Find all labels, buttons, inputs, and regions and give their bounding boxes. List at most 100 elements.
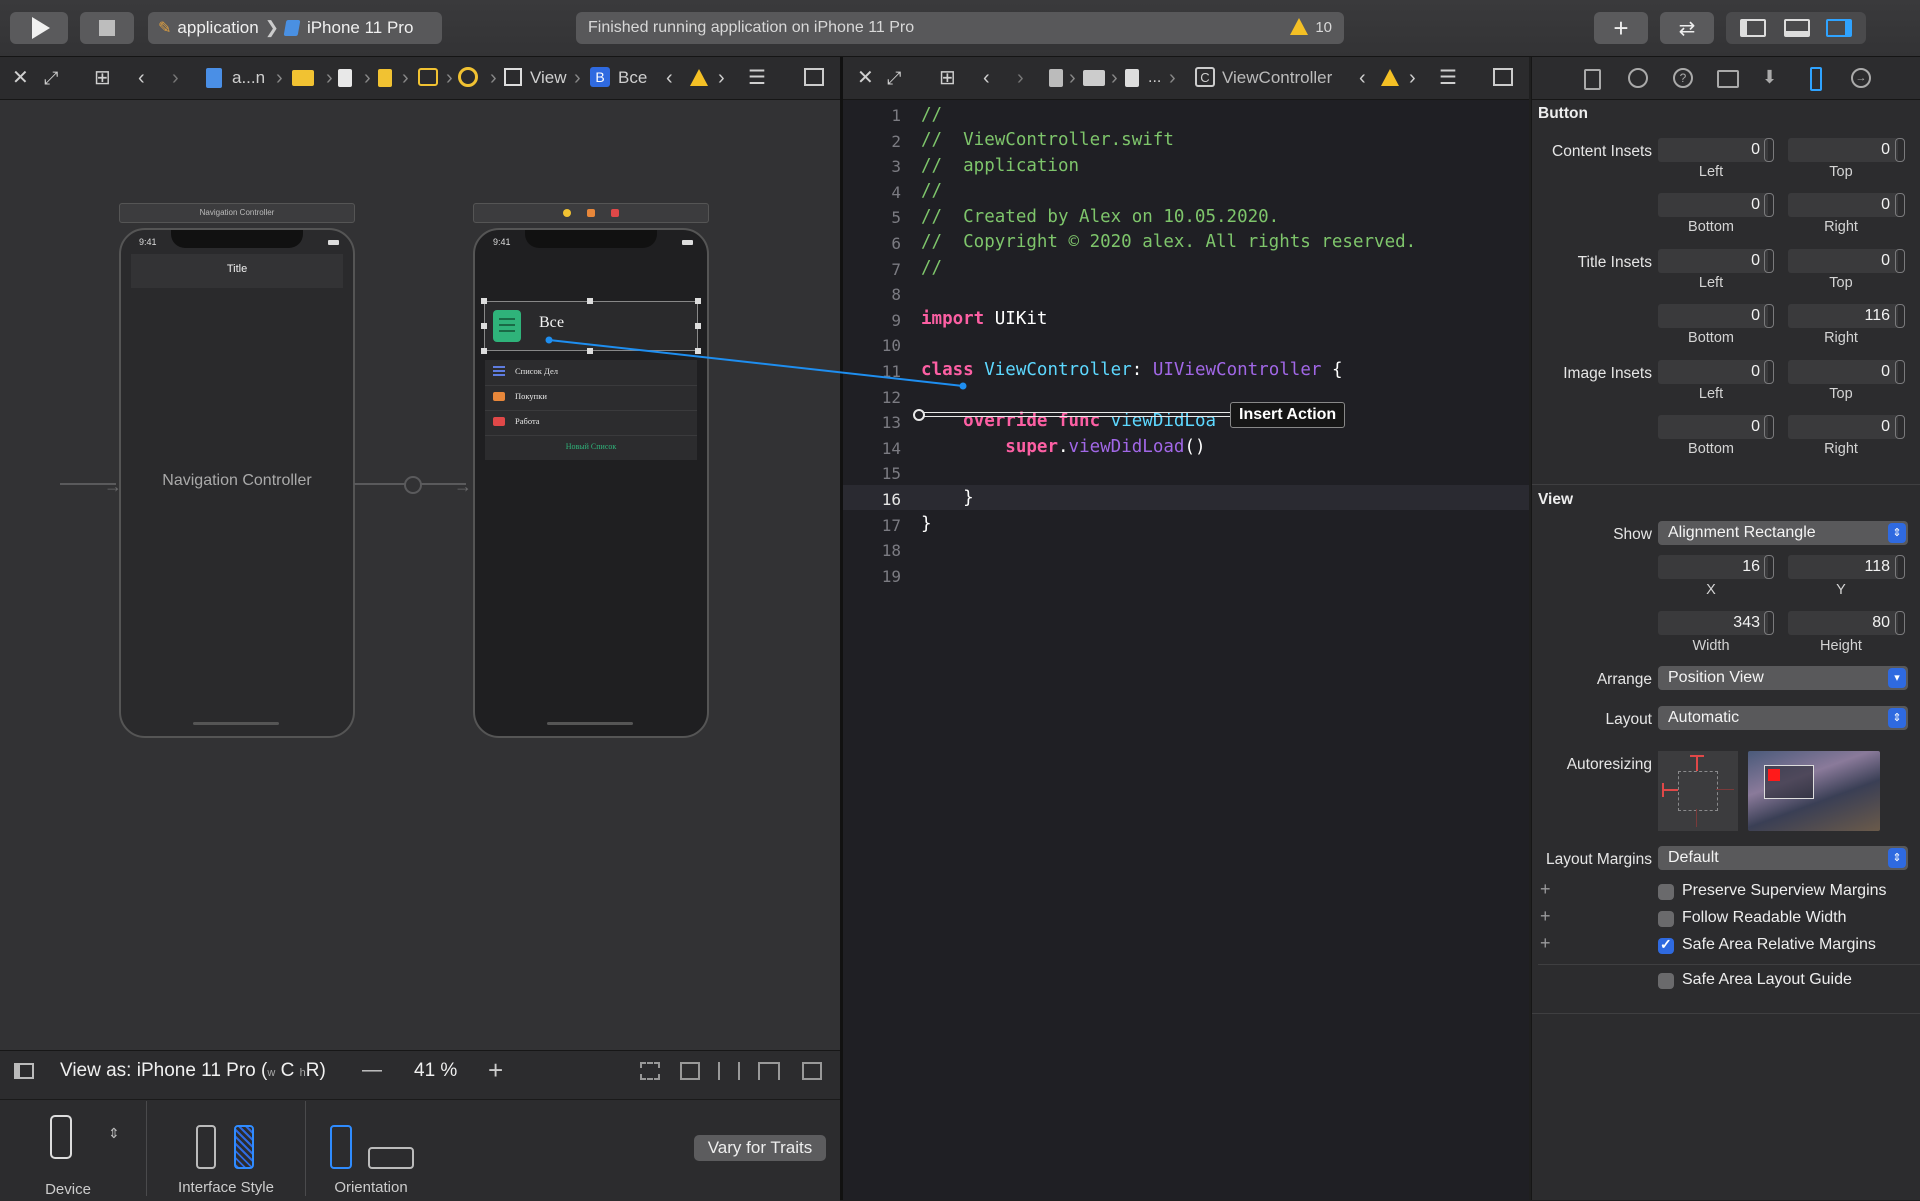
layout-popup[interactable]: Automatic ⇕	[1658, 706, 1908, 730]
stop-button[interactable]	[80, 12, 134, 44]
view-controller-scene-bar[interactable]	[473, 203, 709, 223]
warning-icon[interactable]	[1290, 18, 1308, 35]
list-item[interactable]: Покупки	[485, 385, 697, 411]
previous-issue-icon[interactable]: ‹	[666, 67, 673, 89]
expand-icon[interactable]: ⤢	[887, 67, 901, 89]
zoom-in-button[interactable]: +	[488, 1055, 503, 1086]
layout-margins-popup[interactable]: Default ⇕	[1658, 846, 1908, 870]
run-button[interactable]	[10, 12, 68, 44]
navigation-controller-scene[interactable]: 9:41 Title Navigation Controller	[119, 228, 355, 738]
content-inset-top[interactable]: 0	[1788, 138, 1898, 162]
width-field[interactable]: 343	[1658, 611, 1768, 635]
follow-readable-width-checkbox[interactable]	[1658, 911, 1674, 927]
stepper[interactable]	[1894, 415, 1906, 439]
resize-handle[interactable]	[587, 298, 593, 304]
add-constraints-icon[interactable]	[718, 1062, 740, 1080]
scene-icon[interactable]	[378, 69, 392, 87]
file-inspector-icon[interactable]	[1584, 69, 1601, 90]
add-editor-icon[interactable]	[1493, 68, 1513, 86]
project-icon[interactable]	[1049, 69, 1063, 87]
align-icon[interactable]	[680, 1062, 700, 1080]
add-editor-icon[interactable]	[804, 68, 824, 86]
device-icon[interactable]	[50, 1115, 72, 1159]
forward-icon[interactable]: ›	[172, 67, 179, 89]
stepper[interactable]	[1894, 193, 1906, 217]
stepper[interactable]	[1894, 304, 1906, 328]
exit-icon[interactable]	[611, 209, 620, 217]
autoresizing-mask-editor[interactable]	[1658, 751, 1738, 831]
add-variation-button[interactable]: +	[1540, 933, 1551, 954]
stepper[interactable]	[1894, 138, 1906, 162]
header-button[interactable]: Все	[481, 298, 701, 354]
stepper[interactable]	[1763, 249, 1775, 273]
connections-inspector-icon[interactable]: →	[1851, 68, 1871, 88]
preserve-superview-margins-checkbox[interactable]	[1658, 884, 1674, 900]
identity-inspector-icon[interactable]	[1717, 70, 1739, 88]
add-variation-button[interactable]: +	[1540, 906, 1551, 927]
class-crumb[interactable]: ViewController	[1222, 67, 1332, 89]
back-icon[interactable]: ‹	[138, 67, 145, 89]
stepper[interactable]	[1763, 415, 1775, 439]
update-frames-icon[interactable]	[640, 1062, 660, 1080]
segue-icon[interactable]	[404, 476, 422, 494]
stepper[interactable]	[1763, 304, 1775, 328]
zoom-out-button[interactable]: —	[362, 1059, 382, 1082]
image-inset-top[interactable]: 0	[1788, 360, 1898, 384]
show-popup[interactable]: Alignment Rectangle ⇕	[1658, 521, 1908, 545]
document-items-icon[interactable]: ☰	[748, 67, 766, 89]
resize-handle[interactable]	[695, 298, 701, 304]
editor-options-icon[interactable]: ☰	[1439, 67, 1457, 89]
portrait-icon[interactable]	[330, 1125, 352, 1169]
stepper[interactable]	[1894, 555, 1906, 579]
code-editor[interactable]: 1 2 3 4 5 6 7 8 9 10 11 12 13 14 15 16 17 18 19 // // View…	[843, 100, 1529, 1200]
view-controller-scene[interactable]: 9:41 Все Список Дел Покупки Работа Новый…	[473, 228, 709, 738]
x-field[interactable]: 16	[1658, 555, 1768, 579]
safe-area-relative-margins-checkbox[interactable]: ✓	[1658, 936, 1674, 954]
stepper[interactable]	[1763, 193, 1775, 217]
height-field[interactable]: 80	[1788, 611, 1898, 635]
stepper[interactable]	[1763, 555, 1775, 579]
new-list-button[interactable]: Новый Список	[485, 442, 697, 451]
right-strut[interactable]	[1716, 789, 1734, 790]
warning-icon[interactable]	[1381, 69, 1399, 86]
folder-icon[interactable]	[1083, 70, 1105, 86]
stepper[interactable]	[1763, 611, 1775, 635]
scheme-selector[interactable]: ✎ application ❯ iPhone 11 Pro	[148, 12, 442, 44]
resize-handle[interactable]	[695, 323, 701, 329]
view-as-selector[interactable]: View as: iPhone 11 Pro (w C hR)	[60, 1060, 326, 1082]
inspector-toggle-icon[interactable]	[1826, 19, 1852, 37]
size-inspector-icon[interactable]	[1810, 67, 1822, 91]
storyboard-file-icon[interactable]	[338, 69, 352, 87]
y-field[interactable]: 118	[1788, 555, 1898, 579]
swift-file-icon[interactable]	[1125, 69, 1139, 87]
light-mode-icon[interactable]	[196, 1125, 216, 1169]
expand-icon[interactable]: ⤢	[44, 67, 58, 89]
bottom-strut[interactable]	[1696, 809, 1697, 827]
title-inset-bottom[interactable]: 0	[1658, 304, 1768, 328]
resize-handle[interactable]	[695, 348, 701, 354]
title-inset-top[interactable]: 0	[1788, 249, 1898, 273]
next-issue-icon[interactable]: ›	[718, 67, 725, 89]
navigator-toggle-icon[interactable]	[1740, 19, 1766, 37]
title-inset-right[interactable]: 116	[1788, 304, 1898, 328]
stepper[interactable]	[1894, 360, 1906, 384]
arrange-popup[interactable]: Position View ▾	[1658, 666, 1908, 690]
resize-handle[interactable]	[481, 298, 487, 304]
related-items-icon[interactable]: ⊞	[939, 67, 956, 89]
vary-for-traits-button[interactable]: Vary for Traits	[694, 1135, 826, 1161]
previous-issue-icon[interactable]: ‹	[1359, 67, 1366, 89]
stepper[interactable]	[1894, 249, 1906, 273]
safe-area-layout-guide-checkbox[interactable]	[1658, 973, 1674, 989]
resize-handle[interactable]	[481, 323, 487, 329]
warning-count[interactable]: 10	[1315, 19, 1332, 36]
landscape-icon[interactable]	[368, 1147, 414, 1169]
image-inset-bottom[interactable]: 0	[1658, 415, 1768, 439]
library-button[interactable]: +	[1594, 12, 1648, 44]
content-inset-left[interactable]: 0	[1658, 138, 1768, 162]
add-variation-button[interactable]: +	[1540, 879, 1551, 900]
content-inset-bottom[interactable]: 0	[1658, 193, 1768, 217]
top-strut[interactable]	[1696, 755, 1698, 771]
button-crumb[interactable]: Все	[618, 67, 647, 89]
view-controller-icon[interactable]	[562, 209, 571, 217]
resize-handle[interactable]	[587, 348, 593, 354]
